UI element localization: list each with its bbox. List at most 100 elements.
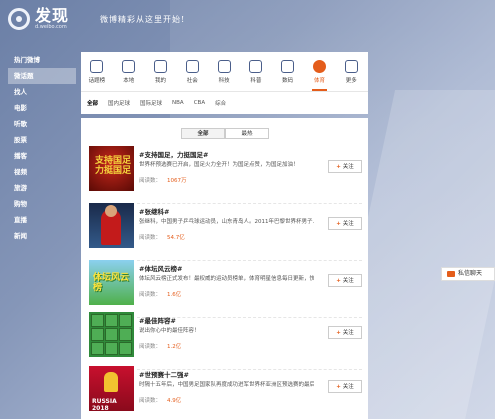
- topic-card[interactable]: #最佳阵容# 说出你心中的最佳阵容！ 阅读数： 1.2亿 + 关注: [81, 312, 368, 370]
- subcategory-nav: 全部 国内足球 国际足球 NBA CBA 综合: [81, 92, 368, 113]
- follow-label: 关注: [342, 221, 354, 227]
- follow-label: 关注: [342, 164, 354, 170]
- weibo-discover-logo[interactable]: 发现 d.weibo.com: [8, 8, 69, 30]
- category-digital[interactable]: 数码: [272, 52, 304, 91]
- topic-card[interactable]: #张继科# 张继科，中国男子乒乓球运动员，山东青岛人。2011年巴黎世界杯男子.…: [81, 203, 368, 261]
- follow-button[interactable]: + 关注: [328, 274, 362, 287]
- category-topic-rank[interactable]: 话题榜: [81, 52, 113, 91]
- private-message-button[interactable]: 私信聊天: [441, 267, 495, 281]
- category-label: 更多: [345, 78, 357, 84]
- topic-reads: 阅读数： 54.7亿: [139, 233, 185, 241]
- more-icon: [344, 60, 358, 73]
- topic-desc: 张继科，中国男子乒乓球运动员，山东青岛人。2011年巴黎世界杯男子...: [139, 219, 314, 225]
- ie-icon: [217, 60, 231, 73]
- plus-icon: +: [336, 221, 341, 227]
- user-icon: [153, 60, 167, 73]
- lineup-tile: [105, 328, 118, 341]
- tab-all[interactable]: 全部: [181, 128, 225, 139]
- lineup-tile: [91, 328, 104, 341]
- topic-thumbnail[interactable]: [89, 312, 134, 357]
- sidebar-item-topics[interactable]: 微话题: [8, 68, 76, 84]
- topic-thumbnail[interactable]: 支持国足力挺国足: [89, 146, 134, 191]
- sidebar-item-stocks[interactable]: 股票: [8, 132, 76, 148]
- tab-hot[interactable]: 最热: [225, 128, 269, 139]
- sidebar-item-news[interactable]: 新闻: [8, 228, 76, 244]
- sidebar-item-movie[interactable]: 电影: [8, 100, 76, 116]
- subcat-cba[interactable]: CBA: [194, 100, 205, 106]
- reads-count: 4.9亿: [167, 398, 182, 404]
- category-sports[interactable]: 体育: [304, 52, 336, 91]
- thumbnail-text: RUSSIA 2018: [92, 398, 117, 412]
- category-science[interactable]: 科普: [240, 52, 272, 91]
- player-head: [105, 205, 117, 217]
- feed-tabs: 全部 最热: [181, 128, 269, 139]
- sidebar-item-live[interactable]: 直播: [8, 212, 76, 228]
- sidebar-item-hot[interactable]: 热门微博: [8, 52, 76, 68]
- topic-thumbnail[interactable]: [89, 203, 134, 248]
- subcat-domestic-football[interactable]: 国内足球: [108, 99, 130, 107]
- follow-label: 关注: [342, 330, 354, 336]
- follow-button[interactable]: + 关注: [328, 326, 362, 339]
- globe-icon: [185, 60, 199, 73]
- topic-title[interactable]: #体坛风云榜#: [139, 263, 182, 273]
- sidebar-item-podcast[interactable]: 播客: [8, 148, 76, 164]
- plus-icon: +: [336, 384, 341, 390]
- category-tech[interactable]: 科技: [208, 52, 240, 91]
- lineup-tile: [105, 314, 118, 327]
- sidebar-item-shopping[interactable]: 购物: [8, 196, 76, 212]
- page-title: 发现: [35, 6, 70, 25]
- category-society[interactable]: 社会: [176, 52, 208, 91]
- topic-title[interactable]: #支持国足，力挺国足#: [139, 149, 208, 159]
- sidebar: 热门微博 微话题 找人 电影 听歌 股票 播客 视频 旅游 购物 直播 新闻: [8, 52, 76, 244]
- topic-title[interactable]: #最佳阵容#: [139, 315, 176, 325]
- plus-icon: +: [336, 164, 341, 170]
- topic-desc: 说出你心中的最佳阵容！: [139, 328, 200, 334]
- category-label: 本地: [123, 78, 135, 84]
- topic-desc: 世界杯预选赛已开启，国足火力全开！为国足点赞，为国足加油！: [139, 162, 299, 168]
- sidebar-item-music[interactable]: 听歌: [8, 116, 76, 132]
- reads-count: 1.6亿: [167, 292, 182, 298]
- subcat-all[interactable]: 全部: [87, 99, 98, 107]
- plus-icon: +: [336, 278, 341, 284]
- topic-reads: 阅读数： 4.9亿: [139, 396, 181, 404]
- subcat-general[interactable]: 综合: [215, 99, 226, 107]
- category-label: 数码: [282, 78, 294, 84]
- topic-thumbnail[interactable]: RUSSIA 2018: [89, 366, 134, 412]
- topic-card[interactable]: 体坛风云榜 #体坛风云榜# 体坛风云榜正式发布！最权威的运动员榜单，体育明星信息…: [81, 260, 368, 318]
- topic-reads: 阅读数： 1067万: [139, 176, 187, 184]
- trophy-cup-graphic: [104, 372, 118, 392]
- category-label: 社会: [186, 78, 198, 84]
- follow-button[interactable]: + 关注: [328, 217, 362, 230]
- reads-count: 1067万: [167, 178, 187, 184]
- sidebar-item-travel[interactable]: 旅游: [8, 180, 76, 196]
- follow-button[interactable]: + 关注: [328, 380, 362, 393]
- weibo-eye-icon: [8, 8, 30, 30]
- topic-title[interactable]: #世预赛十二强#: [139, 369, 189, 379]
- topic-desc: 体坛风云榜正式发布！最权威的运动员榜单，体育明星信息每日更新，快...: [139, 276, 314, 282]
- topic-desc: 时隔十五年后，中国男足国家队再度成功进军世界杯亚洲区预选赛的最后...: [139, 382, 314, 388]
- topic-card[interactable]: 支持国足力挺国足 #支持国足，力挺国足# 世界杯预选赛已开启，国足火力全开！为国…: [81, 146, 368, 204]
- topic-thumbnail[interactable]: 体坛风云榜: [89, 260, 134, 305]
- sidebar-item-find-people[interactable]: 找人: [8, 84, 76, 100]
- lineup-tile: [105, 342, 118, 355]
- subcat-intl-football[interactable]: 国际足球: [140, 99, 162, 107]
- category-mine[interactable]: 我的: [145, 52, 177, 91]
- topic-card[interactable]: RUSSIA 2018 #世预赛十二强# 时隔十五年后，中国男足国家队再度成功进…: [81, 366, 368, 419]
- category-panel: 话题榜 本地 我的 社会 科技 科普 数码 体育 更多 全部 国内足球 国际足球…: [81, 52, 368, 114]
- site-url: d.weibo.com: [35, 24, 67, 30]
- book-icon: [249, 60, 263, 73]
- plus-icon: +: [336, 330, 341, 336]
- message-icon: [447, 271, 455, 277]
- category-local[interactable]: 本地: [113, 52, 145, 91]
- subcat-nba[interactable]: NBA: [172, 100, 184, 106]
- reads-label: 阅读数：: [139, 398, 162, 404]
- lineup-tile: [91, 314, 104, 327]
- reads-label: 阅读数：: [139, 344, 162, 350]
- category-more[interactable]: 更多: [335, 52, 367, 91]
- lineup-tile: [119, 342, 132, 355]
- topic-title[interactable]: #张继科#: [139, 206, 169, 216]
- sidebar-item-video[interactable]: 视频: [8, 164, 76, 180]
- location-icon: [122, 60, 136, 73]
- follow-button[interactable]: + 关注: [328, 160, 362, 173]
- private-message-label: 私信聊天: [458, 270, 483, 277]
